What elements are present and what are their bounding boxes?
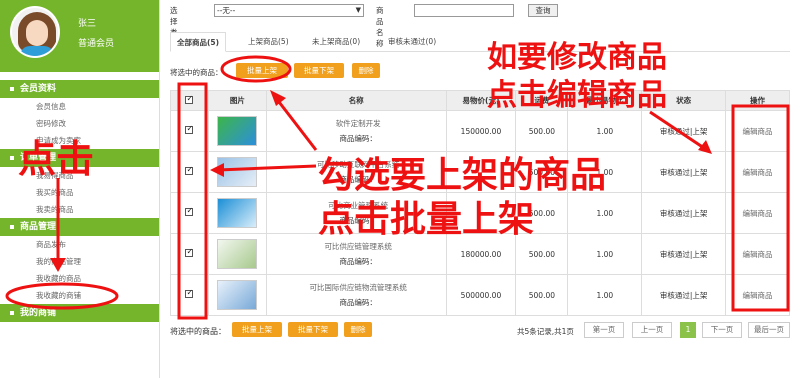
edit-product-link[interactable]: 编辑商品: [743, 250, 773, 259]
ratio-cell: 1.00: [567, 274, 643, 316]
edit-product-link[interactable]: 编辑商品: [743, 209, 773, 218]
user-role: 普通会员: [78, 39, 115, 49]
row-checkbox[interactable]: [185, 247, 194, 257]
product-thumbnail[interactable]: [217, 157, 258, 187]
sidebar-item-fav-products[interactable]: 我收藏的商品: [0, 270, 159, 287]
sidebar-heading-shop[interactable]: 我的商铺: [0, 304, 159, 322]
edit-product-link[interactable]: 编辑商品: [743, 168, 773, 177]
sidebar-item-member-info[interactable]: 会员信息: [0, 98, 159, 115]
sidebar-item-publish[interactable]: 商品发布: [0, 236, 159, 253]
sidebar: 张三 普通会员 会员资料 会员信息 密码修改 申请成为卖家 订单管理 我易得商品…: [0, 0, 160, 378]
user-name: 张三: [78, 19, 97, 29]
product-name-input[interactable]: [414, 4, 514, 17]
col-actions: 操作: [725, 90, 790, 111]
search-button[interactable]: 查询: [528, 4, 558, 17]
product-tabs: 全部商品(5) 上架商品(5) 未上架商品(0) 审核未通过(0): [170, 32, 790, 52]
status-cell: 审核通过|上架: [641, 192, 727, 234]
product-name[interactable]: 可比供应链管理系统: [271, 241, 446, 252]
chevron-down-icon: ▼: [355, 6, 361, 14]
annotation-click-bulk: 点击批量上架: [318, 199, 535, 240]
row-checkbox[interactable]: [185, 288, 194, 298]
col-image: 图片: [207, 90, 267, 111]
annotation-edit-2: 点击编辑商品: [487, 78, 667, 113]
first-page-button[interactable]: 第一页: [584, 322, 624, 338]
freight-cell: 500.00: [515, 274, 569, 316]
app-root: 张三 普通会员 会员资料 会员信息 密码修改 申请成为卖家 订单管理 我易得商品…: [0, 0, 800, 378]
sidebar-item-my-products[interactable]: 我的商品管理: [0, 253, 159, 270]
prev-page-button[interactable]: 上一页: [632, 322, 672, 338]
next-page-button[interactable]: 下一页: [702, 322, 742, 338]
product-thumbnail[interactable]: [217, 198, 258, 228]
product-name[interactable]: 软件定制开发: [271, 118, 446, 129]
sidebar-item-sold[interactable]: 我卖的商品: [0, 201, 159, 218]
row-checkbox[interactable]: [185, 165, 194, 175]
category-select[interactable]: --无-- ▼: [214, 4, 364, 17]
pager-info: 共5条记录,共1页: [517, 327, 574, 336]
tab-unlisted[interactable]: 未上架商品(0): [306, 32, 366, 52]
product-name[interactable]: 可比国际供应链物流管理系统: [271, 282, 446, 293]
status-cell: 审核通过|上架: [641, 110, 727, 152]
bulk-list-button[interactable]: 批量上架: [236, 63, 288, 78]
sidebar-item-bought[interactable]: 我买的商品: [0, 184, 159, 201]
edit-product-link[interactable]: 编辑商品: [743, 291, 773, 300]
product-thumbnail[interactable]: [217, 239, 258, 269]
row-checkbox[interactable]: [185, 124, 194, 134]
ratio-cell: 1.00: [567, 233, 643, 275]
price-cell: 500000.00: [445, 274, 517, 316]
delete-button-bottom[interactable]: 删除: [344, 322, 372, 337]
tab-listed[interactable]: 上架商品(5): [242, 32, 295, 52]
tab-rejected[interactable]: 审核未通过(0): [382, 32, 442, 52]
status-cell: 审核通过|上架: [641, 151, 727, 193]
bulk-unlist-button-bottom[interactable]: 批量下架: [288, 322, 338, 337]
sidebar-heading-products[interactable]: 商品管理: [0, 218, 159, 236]
bulk-unlist-button[interactable]: 批量下架: [294, 63, 344, 78]
current-page-button[interactable]: 1: [680, 322, 696, 338]
pager-row: 将选中的商品： 批量上架 批量下架 删除 共5条记录,共1页 第一页 上一页 1…: [170, 322, 790, 338]
col-name: 名称: [265, 90, 447, 111]
sidebar-item-fav-shops[interactable]: 我收藏的商铺: [0, 287, 159, 304]
select-all-checkbox[interactable]: [185, 94, 194, 104]
annotation-click: 点击: [18, 137, 95, 181]
edit-product-link[interactable]: 编辑商品: [743, 127, 773, 136]
tab-all[interactable]: 全部商品(5): [170, 32, 227, 52]
delete-button[interactable]: 删除: [352, 63, 380, 78]
user-profile: 张三 普通会员: [0, 0, 159, 72]
select-all-header[interactable]: [170, 90, 209, 111]
bulk-label: 将选中的商品：: [170, 68, 223, 77]
product-thumbnail[interactable]: [217, 280, 258, 310]
product-thumbnail[interactable]: [217, 116, 258, 146]
ratio-cell: 1.00: [567, 192, 643, 234]
bulk-actions-top: 将选中的商品： 批量上架 批量下架 删除: [170, 63, 790, 79]
status-cell: 审核通过|上架: [641, 233, 727, 275]
status-cell: 审核通过|上架: [641, 274, 727, 316]
bulk-list-button-bottom[interactable]: 批量上架: [232, 322, 282, 337]
avatar: [10, 6, 60, 58]
bulk-label-bottom: 将选中的商品：: [170, 327, 226, 336]
table-row: 可比国际供应链物流管理系统商品编码： 500000.00 500.00 1.00…: [170, 274, 790, 316]
sidebar-heading-member[interactable]: 会员资料: [0, 80, 159, 98]
last-page-button[interactable]: 最后一页: [748, 322, 790, 338]
row-checkbox[interactable]: [185, 206, 194, 216]
